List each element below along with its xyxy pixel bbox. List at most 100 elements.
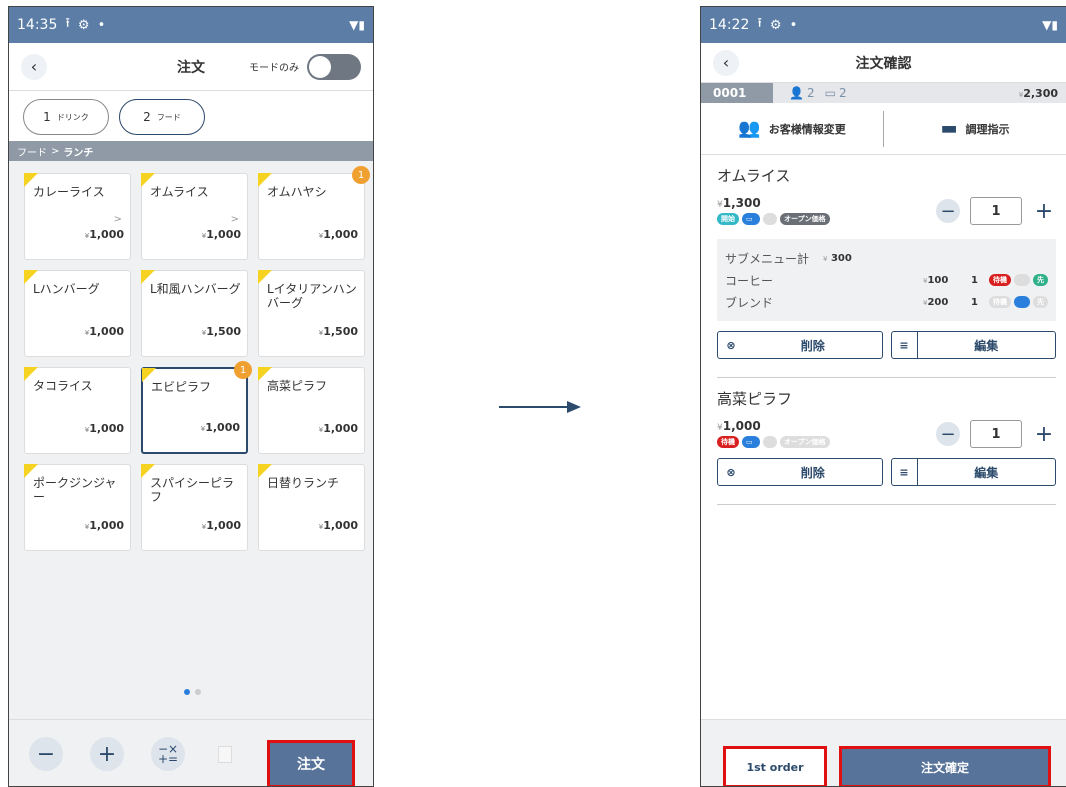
quantity-field[interactable]: 1 [970, 420, 1022, 448]
message-tag[interactable]: ▭ [742, 436, 760, 448]
menu-item-card[interactable]: L和風ハンバーグ ¥1,500 [141, 270, 248, 357]
count-badge: 1 [352, 166, 370, 184]
menu-item-price-value: 1,000 [205, 421, 240, 434]
sub-item-price: ¥200 [923, 296, 949, 308]
delete-icon: ⊗ [726, 465, 736, 479]
calculator-button[interactable]: −× += [151, 737, 185, 771]
menu-item-card[interactable]: オムハヤシ ¥1,000 1 [258, 166, 370, 260]
decrease-button[interactable]: − [936, 422, 960, 446]
menu-item-name: オムハヤシ [267, 185, 327, 199]
first-tag[interactable]: 先 [1033, 296, 1048, 308]
menu-item-price: ¥1,000 [85, 519, 124, 532]
menu-item-card[interactable]: タコライス ¥1,000 [24, 367, 131, 454]
delete-label: 削除 [800, 465, 825, 480]
breadcrumb-parent[interactable]: フード [17, 144, 47, 159]
menu-item-name: L和風ハンバーグ [150, 282, 241, 296]
customer-info-button[interactable]: 👥 お客様情報変更 [701, 118, 883, 139]
people-icon: 👤 [789, 86, 804, 100]
cooking-instruction-button[interactable]: ▬ 調理指示 [884, 118, 1066, 139]
mode-label: モードのみ [249, 63, 299, 74]
app-bar: ‹ 注文 モードのみ [9, 43, 373, 91]
cooking-instruction-label: 調理指示 [965, 122, 1010, 136]
app-bar: ‹ 注文確認 [701, 43, 1066, 83]
menu-item-card[interactable]: カレーライス > ¥1,000 [24, 173, 131, 260]
open-price-tag[interactable]: オープン価格 [780, 436, 830, 448]
menu-item-price-value: 1,000 [206, 228, 241, 241]
menu-item-price-value: 1,000 [323, 519, 358, 532]
arrow-right-icon [499, 401, 581, 413]
seat-icon: ▭ [824, 86, 836, 100]
message-tag[interactable] [1014, 274, 1030, 286]
plus-button[interactable]: + [90, 737, 124, 771]
delete-button[interactable]: ⊗ 削除 [717, 458, 883, 486]
dot-icon: • [97, 17, 106, 33]
order-total-value: 2,300 [1023, 86, 1058, 100]
menu-item-price-value: 1,500 [323, 325, 358, 338]
increase-button[interactable]: + [1032, 422, 1056, 447]
customers-icon: 👥 [738, 118, 761, 139]
message-tag[interactable]: ▭ [742, 213, 760, 225]
delete-label: 削除 [800, 338, 825, 353]
sub-total-label: サブメニュー計 [725, 251, 810, 266]
sub-menu-panel: サブメニュー計 ¥ 300 コーヒー ¥100 1 待機 先 ブレンド ¥200… [717, 239, 1056, 321]
tab-food[interactable]: 2 フード [119, 99, 205, 135]
edit-button[interactable]: ≡ 編集 [890, 331, 1056, 359]
quantity-stepper: − 1 + [936, 197, 1056, 225]
divider [717, 504, 1056, 505]
item-button-row: ⊗ 削除 ≡ 編集 [717, 331, 1056, 359]
minus-button[interactable]: − [29, 737, 63, 771]
menu-item-card[interactable]: スパイシーピラフ ¥1,000 [141, 464, 248, 551]
waiting-tag[interactable]: 待機 [717, 436, 739, 448]
increase-button[interactable]: + [1032, 199, 1056, 224]
menu-item-name: Lハンバーグ [33, 282, 100, 296]
start-tag[interactable]: 開始 [717, 213, 739, 225]
delete-button[interactable]: ⊗ 削除 [717, 331, 883, 359]
menu-item-name: スパイシーピラフ [150, 476, 235, 504]
action-row: 👥 お客様情報変更 ▬ 調理指示 [701, 103, 1066, 155]
order-total: ¥2,300 [1019, 87, 1058, 100]
wifi-battery-icon: ▼▮ [349, 18, 365, 32]
confirm-order-button[interactable]: 注文確定 [839, 746, 1051, 786]
first-tag[interactable] [763, 213, 777, 225]
breadcrumb-current: ランチ [63, 147, 94, 159]
edit-button[interactable]: ≡ 編集 [890, 458, 1056, 486]
menu-item-card[interactable]: オムライス > ¥1,000 [141, 173, 248, 260]
decrease-button[interactable]: − [936, 199, 960, 223]
menu-item-card[interactable]: ポークジンジャー ¥1,000 [24, 464, 131, 551]
order-screen: 14:35 ⭱ ⚙ • ▼▮ ‹ 注文 モードのみ 1 ドリンク 2 フード フ… [8, 6, 374, 787]
tab-drink[interactable]: 1 ドリンク [23, 99, 109, 135]
edit-icon: ≡ [892, 332, 918, 358]
waiting-tag[interactable]: 待機 [989, 296, 1011, 308]
menu-item-card[interactable]: Lイタリアンハンバーグ ¥1,500 [258, 270, 365, 357]
menu-item-card[interactable]: 高菜ピラフ ¥1,000 [258, 367, 365, 454]
upload-icon: ⭱ [757, 16, 762, 31]
mode-toggle[interactable] [307, 53, 361, 80]
bottom-toolbar: 1st order 注文確定 [701, 719, 1066, 786]
waiting-tag[interactable]: 待機 [989, 274, 1011, 286]
back-button[interactable]: ‹ [21, 53, 47, 80]
menu-grid: カレーライス > ¥1,000 オムライス > ¥1,000 オムハヤシ ¥1,000 1 Lハン… [9, 161, 373, 721]
menu-item-price-value: 1,000 [89, 228, 124, 241]
menu-item-card[interactable]: Lハンバーグ ¥1,000 [24, 270, 131, 357]
quantity-field[interactable]: 1 [970, 197, 1022, 225]
menu-item-price-value: 1,000 [323, 228, 358, 241]
sub-item-qty: 1 [971, 274, 978, 286]
menu-item-card[interactable]: エビピラフ ¥1,000 1 [141, 361, 252, 454]
category-tabs: 1 ドリンク 2 フード [9, 91, 373, 141]
menu-item-price: ¥1,000 [319, 228, 358, 241]
first-order-button[interactable]: 1st order [723, 746, 827, 786]
status-time: 14:22 [709, 17, 750, 33]
back-button[interactable]: ‹ [713, 49, 739, 76]
menu-item-name: 日替りランチ [267, 476, 340, 490]
first-tag[interactable]: 先 [1033, 274, 1048, 286]
menu-item-price-value: 1,000 [206, 519, 241, 532]
sub-item-name: ブレンド [725, 295, 774, 310]
first-tag[interactable] [763, 436, 777, 448]
order-item: オムライス ¥1,300 − 1 + 開始 ▭ オープン価格 サブメニュー計 ¥… [701, 155, 1066, 378]
menu-item-card[interactable]: 日替りランチ ¥1,000 [258, 464, 365, 551]
wifi-battery-icon: ▼▮ [1042, 18, 1058, 32]
message-tag[interactable] [1014, 296, 1030, 308]
order-button[interactable]: 注文 [267, 740, 355, 786]
open-price-tag[interactable]: オープン価格 [780, 213, 830, 225]
menu-item-price: ¥1,000 [85, 228, 124, 241]
